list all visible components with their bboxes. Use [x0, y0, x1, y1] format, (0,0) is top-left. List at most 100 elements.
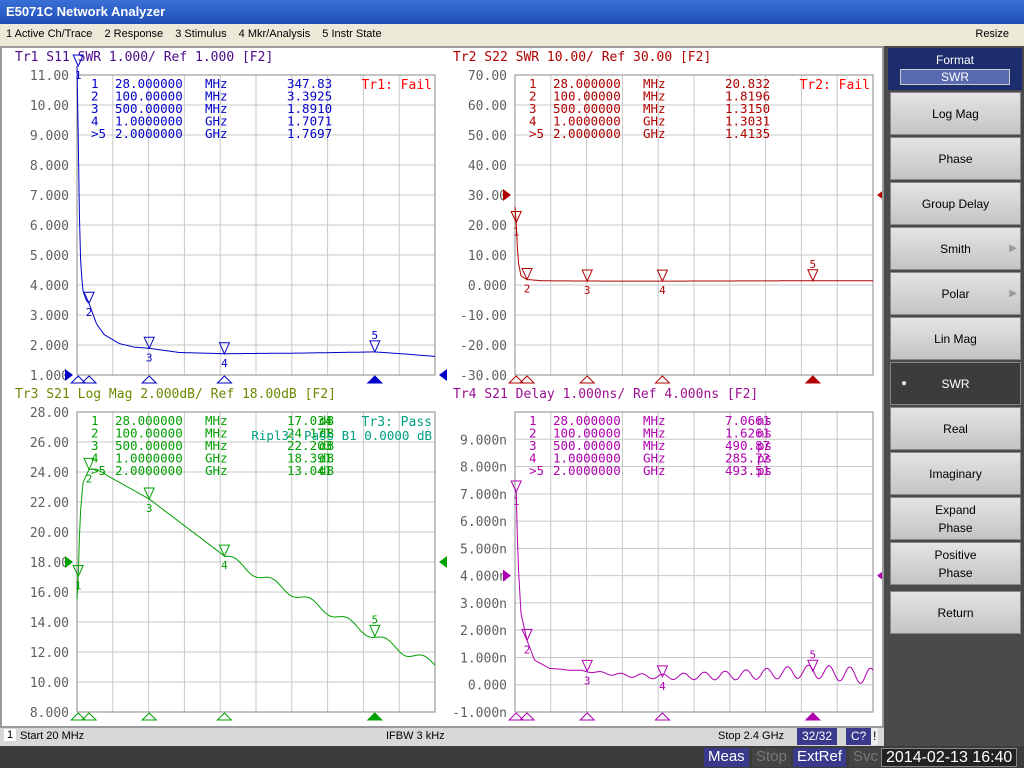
y-tick-label: 4.000n [460, 570, 507, 585]
y-tick-label: 6.000n [460, 515, 507, 530]
trace-panel-tr3: Tr3 S21 Log Mag 2.000dB/ Ref 18.00dB [F2… [15, 387, 447, 721]
softkey-real[interactable]: Real [890, 407, 1021, 450]
y-tick-label: 1.000n [460, 651, 507, 666]
submenu-arrow-icon: ▶ [1009, 287, 1017, 299]
marker-3-icon[interactable] [143, 336, 155, 350]
marker-id: >5 [91, 126, 106, 141]
menu-stimulus[interactable]: 3 Stimulus [175, 28, 226, 40]
ref-line-left-icon[interactable] [503, 569, 511, 582]
marker-id: >5 [529, 126, 544, 141]
ref-line-right-icon[interactable] [439, 556, 447, 568]
y-tick-label: 20.00 [30, 526, 69, 541]
softkey-phase[interactable]: Phase [890, 137, 1021, 180]
softkey-group-delay[interactable]: Group Delay [890, 182, 1021, 225]
resize-button[interactable]: Resize [975, 28, 1009, 40]
ref-line-right-icon[interactable] [439, 369, 447, 381]
stimulus-marker-icon[interactable] [140, 712, 158, 721]
y-tick-label: 8.000n [460, 461, 507, 476]
softkey-label: Real [943, 421, 968, 436]
trace-header[interactable]: Tr4 S21 Delay 1.000ns/ Ref 4.000ns [F2] [453, 387, 758, 402]
trace-header[interactable]: Tr3 S21 Log Mag 2.000dB/ Ref 18.00dB [F2… [15, 387, 336, 402]
softkey-expand-phase[interactable]: Expand Phase [890, 497, 1021, 540]
stimulus-marker-icon[interactable] [216, 712, 233, 721]
ref-line-left-icon[interactable] [65, 556, 73, 568]
softkey-imaginary[interactable]: Imaginary [890, 452, 1021, 495]
stimulus-marker-icon[interactable] [654, 375, 671, 384]
softkey-polar[interactable]: Polar ▶ [890, 272, 1021, 315]
menu-instr-state[interactable]: 5 Instr State [322, 28, 381, 40]
softkey-swr[interactable]: SWR ● [890, 362, 1021, 405]
y-tick-label: 9.000 [30, 129, 69, 144]
softkey-label: Log Mag [932, 106, 979, 121]
y-tick-label: 4.000 [30, 279, 69, 294]
marker-number: 2 [524, 283, 531, 296]
y-tick-label: 70.00 [468, 69, 507, 84]
ripple-test-result: Ripl3: Pass B1 0.0000 dB [251, 428, 432, 443]
softkey-smith[interactable]: Smith ▶ [890, 227, 1021, 270]
y-tick-label: -1.000n [452, 706, 507, 721]
marker-1-icon[interactable] [510, 480, 522, 494]
stimulus-marker-icon[interactable] [804, 712, 822, 721]
stimulus-marker-icon[interactable] [366, 712, 384, 721]
softkey-label: Return [937, 605, 974, 620]
softkey-positive-phase[interactable]: Positive Phase [890, 542, 1021, 585]
selected-dot-icon: ● [901, 377, 908, 389]
cal-indicator: C? [846, 728, 872, 745]
softkey-label: Imaginary [929, 466, 982, 481]
stimulus-marker-icon[interactable] [140, 375, 158, 384]
stop-frequency[interactable]: Stop 2.4 GHz [718, 730, 784, 742]
trace-header[interactable]: Tr2 S22 SWR 10.00/ Ref 30.00 [F2] [453, 50, 711, 65]
softkey-log-mag[interactable]: Log Mag [890, 92, 1021, 135]
marker-3-icon[interactable] [581, 659, 593, 673]
marker-number: 1 [513, 226, 520, 239]
stimulus-marker-icon[interactable] [366, 375, 384, 384]
stimulus-marker-icon[interactable] [804, 375, 822, 384]
softkey-lin-mag[interactable]: Lin Mag [890, 317, 1021, 360]
marker-number: 3 [584, 674, 591, 687]
marker-id: >5 [529, 463, 544, 478]
marker-3-icon[interactable] [581, 269, 593, 283]
y-tick-label: 14.00 [30, 616, 69, 631]
instrument-status-bar: Meas Stop ExtRef Svc 2014-02-13 16:40 [0, 746, 1024, 768]
marker-number: 3 [146, 502, 153, 515]
y-tick-label: 3.000 [30, 309, 69, 324]
marker-number: 3 [146, 351, 153, 364]
menu-mkr-analysis[interactable]: 4 Mkr/Analysis [239, 28, 311, 40]
menu-response[interactable]: 2 Response [104, 28, 163, 40]
marker-5-icon[interactable] [369, 624, 381, 638]
y-tick-label: 0.000 [468, 279, 507, 294]
ref-line-right-icon[interactable] [877, 189, 885, 201]
marker-number: 1 [75, 69, 82, 82]
softkey-return[interactable]: Return [890, 591, 1021, 634]
y-tick-label: 12.00 [30, 646, 69, 661]
y-tick-label: 3.000n [460, 597, 507, 612]
y-tick-label: 7.000n [460, 488, 507, 503]
stimulus-marker-icon[interactable] [578, 712, 596, 721]
y-tick-label: -20.00 [460, 339, 507, 354]
ref-line-left-icon[interactable] [65, 369, 73, 381]
ref-line-right-icon[interactable] [877, 569, 885, 582]
softkey-label: Lin Mag [934, 331, 977, 346]
ref-line-left-icon[interactable] [503, 189, 511, 201]
menu-bar: 1 Active Ch/Trace 2 Response 3 Stimulus … [0, 24, 1024, 46]
marker-stimulus: 2.0000000 [115, 463, 183, 478]
marker-4-icon[interactable] [218, 544, 231, 558]
marker-4-icon[interactable] [656, 269, 669, 283]
start-frequency[interactable]: Start 20 MHz [20, 730, 84, 742]
y-tick-label: 5.000n [460, 542, 507, 557]
stimulus-marker-icon[interactable] [216, 375, 233, 384]
trace-panel-tr1: Tr1 S11 SWR 1.000/ Ref 1.000 [F2] 11.00 10… [15, 50, 447, 384]
y-tick-label: 1.000 [30, 369, 69, 384]
stimulus-marker-icon[interactable] [578, 375, 596, 384]
y-tick-label: 60.00 [468, 99, 507, 114]
marker-number: 4 [659, 284, 666, 297]
marker-unit: GHz [643, 463, 666, 478]
trace-header[interactable]: Tr1 S11 SWR 1.000/ Ref 1.000 [F2] [15, 50, 273, 65]
ifbw[interactable]: IFBW 3 kHz [386, 730, 445, 742]
stimulus-marker-icon[interactable] [654, 712, 671, 721]
menu-active-ch-trace[interactable]: 1 Active Ch/Trace [6, 28, 92, 40]
marker-4-icon[interactable] [218, 342, 231, 355]
marker-5-icon[interactable] [369, 340, 381, 354]
marker-5-icon[interactable] [807, 269, 819, 282]
y-tick-label: -30.00 [460, 369, 507, 384]
